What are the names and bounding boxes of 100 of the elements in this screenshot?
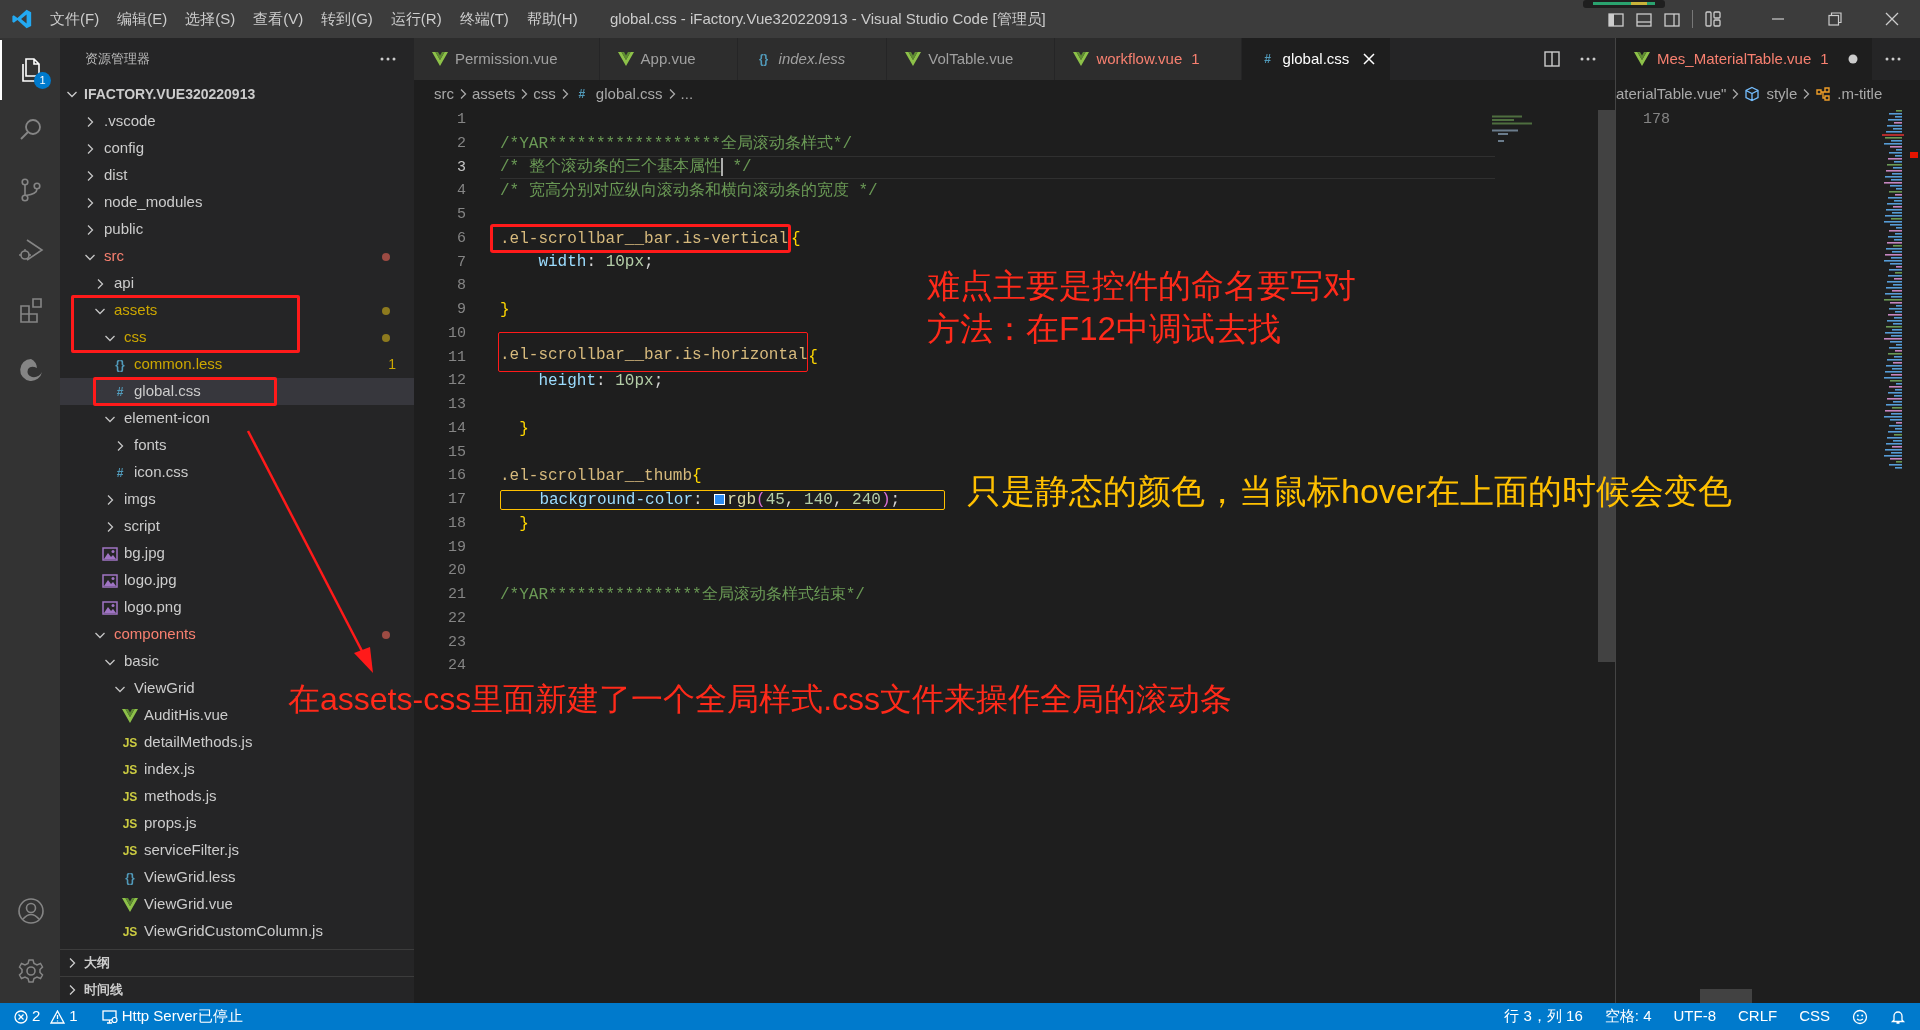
code-text: height: 10px; xyxy=(537,371,664,393)
menu-item[interactable]: 文件(F) xyxy=(41,5,109,33)
tree-item[interactable]: script xyxy=(60,513,160,540)
tree-item[interactable]: .vscode xyxy=(60,108,156,135)
tree-item[interactable]: JS props.js xyxy=(60,810,197,837)
line-number: 11 xyxy=(448,347,466,368)
code-text: .el-scrollbar__bar.is-vertical xyxy=(500,228,789,250)
file-type-icon: # xyxy=(1259,53,1276,65)
tree-item[interactable]: ViewGrid.vue xyxy=(60,891,233,918)
tree-item[interactable]: bg.jpg xyxy=(60,540,165,567)
tree-item[interactable]: # icon.css xyxy=(60,459,189,486)
tree-item[interactable]: node_modules xyxy=(60,189,203,216)
menu-item[interactable]: 运行(R) xyxy=(381,5,451,33)
file-type-icon: JS xyxy=(122,844,138,857)
breadcrumb-item[interactable]: src xyxy=(434,82,454,106)
account-icon xyxy=(16,896,46,926)
line-number: 2 xyxy=(457,133,466,154)
tree-item[interactable]: {} common.less xyxy=(60,351,223,378)
vue-file-icon xyxy=(432,52,448,66)
problem-count: 2 xyxy=(32,1006,41,1027)
tree-item[interactable]: AuditHis.vue xyxy=(60,702,229,729)
menu-item[interactable]: 查看(V) xyxy=(244,5,313,33)
menu-item[interactable]: 转到(G) xyxy=(312,5,382,33)
tree-item[interactable]: logo.jpg xyxy=(60,567,177,594)
tree-item[interactable]: public xyxy=(60,216,144,243)
split-layout-icon xyxy=(1663,11,1681,29)
tree-item[interactable]: components xyxy=(60,621,196,648)
section-header[interactable]: 大纲 xyxy=(60,949,414,976)
status-item[interactable]: Http Server已停止 xyxy=(101,1003,243,1030)
tree-item[interactable]: src xyxy=(60,243,124,270)
editor-tab[interactable]: App.vue xyxy=(599,38,738,80)
menu-item[interactable]: 帮助(H) xyxy=(517,5,587,33)
tree-item[interactable]: JS detailMethods.js xyxy=(60,729,253,756)
color-swatch[interactable] xyxy=(714,494,726,506)
menu-item[interactable]: 编辑(E) xyxy=(108,5,177,33)
tree-item[interactable]: JS ViewGridCustomColumn.js xyxy=(60,918,323,945)
line-number: 12 xyxy=(448,371,466,392)
more-icon xyxy=(1579,56,1597,62)
tree-item[interactable]: fonts xyxy=(60,432,167,459)
code-text: /* 整个滚动条的三个基本属性 */ xyxy=(500,157,752,179)
restore-icon xyxy=(1827,12,1842,26)
file-type-icon: {} xyxy=(112,358,128,371)
line-number: 23 xyxy=(448,632,466,653)
file-type-icon: # xyxy=(573,88,590,100)
breadcrumb-item[interactable]: css xyxy=(533,82,556,106)
editor-tab[interactable]: # global.css xyxy=(1241,38,1392,80)
line-number: 3 xyxy=(457,157,466,178)
folder-header[interactable]: IFACTORY.VUE320220913 xyxy=(60,80,414,108)
tree-item[interactable]: config xyxy=(60,135,145,162)
editor-tab[interactable]: Mes_MaterialTable.vue 1 xyxy=(1616,38,1873,80)
menu-item[interactable]: 终端(T) xyxy=(450,5,518,33)
tree-item[interactable]: logo.png xyxy=(60,594,182,621)
editor-tab[interactable]: Permission.vue xyxy=(414,38,600,80)
breadcrumb-item[interactable]: assets xyxy=(472,82,516,106)
editor-tab[interactable]: workflow.vue 1 xyxy=(1055,38,1242,80)
line-number: 7 xyxy=(457,252,466,273)
scrollbar-thumb[interactable] xyxy=(1700,989,1752,1003)
editor-tab[interactable]: VolTable.vue xyxy=(887,38,1056,80)
line-number: 24 xyxy=(448,656,466,677)
tree-item[interactable]: JS serviceFilter.js xyxy=(60,837,240,864)
status-item[interactable]: 空格: 4 xyxy=(1604,1003,1652,1030)
problem-count: 1 xyxy=(1820,48,1829,69)
tree-item[interactable]: css xyxy=(60,324,147,351)
annotation-text: 只是静态的颜色，当鼠标hover在上面的时候会变色 xyxy=(967,473,1733,511)
breadcrumb-item[interactable]: aterialTable.vue" xyxy=(1616,82,1727,106)
tree-item[interactable]: dist xyxy=(60,162,128,189)
line-number: 21 xyxy=(448,585,466,605)
breadcrumb-item[interactable]: ... xyxy=(680,82,694,106)
tree-item[interactable]: api xyxy=(60,270,135,297)
breadcrumb-item[interactable]: .m-title xyxy=(1815,82,1883,106)
status-item[interactable]: 行 3，列 16 xyxy=(1504,1003,1583,1030)
tree-item[interactable]: imgs xyxy=(60,486,156,513)
breadcrumb-item[interactable]: style xyxy=(1744,82,1798,106)
status-item[interactable]: CRLF xyxy=(1738,1003,1778,1030)
tree-item[interactable]: assets xyxy=(60,297,158,324)
tree-item[interactable]: ViewGrid xyxy=(60,675,195,702)
line-number: 15 xyxy=(448,442,466,463)
problems-button[interactable]: 2 1 xyxy=(14,1003,84,1030)
tree-item[interactable]: # global.css xyxy=(60,378,414,405)
code-text: .el-scrollbar__thumb xyxy=(500,466,693,488)
code-text: } xyxy=(518,418,529,440)
code-text: } xyxy=(500,299,510,321)
breadcrumb-item[interactable]: # global.css xyxy=(573,82,663,106)
status-item[interactable]: CSS xyxy=(1799,1003,1830,1030)
line-number: 178 xyxy=(1643,110,1670,130)
close-icon xyxy=(1362,52,1377,66)
tree-item[interactable]: basic xyxy=(60,648,160,675)
code-text: { xyxy=(692,466,702,488)
close-icon xyxy=(1884,12,1899,26)
tree-item[interactable]: JS methods.js xyxy=(60,783,217,810)
code-text: background-color: xyxy=(538,489,704,511)
menu-item[interactable]: 选择(S) xyxy=(176,5,245,33)
file-type-icon: # xyxy=(112,466,128,479)
extensions-icon xyxy=(17,296,45,324)
tree-item[interactable]: JS index.js xyxy=(60,756,195,783)
tree-item[interactable]: element-icon xyxy=(60,405,210,432)
tree-item[interactable]: {} ViewGrid.less xyxy=(60,864,236,891)
editor-tab[interactable]: {} index.less xyxy=(737,38,888,80)
status-item[interactable]: UTF-8 xyxy=(1673,1003,1716,1030)
code-text: { xyxy=(808,347,818,369)
